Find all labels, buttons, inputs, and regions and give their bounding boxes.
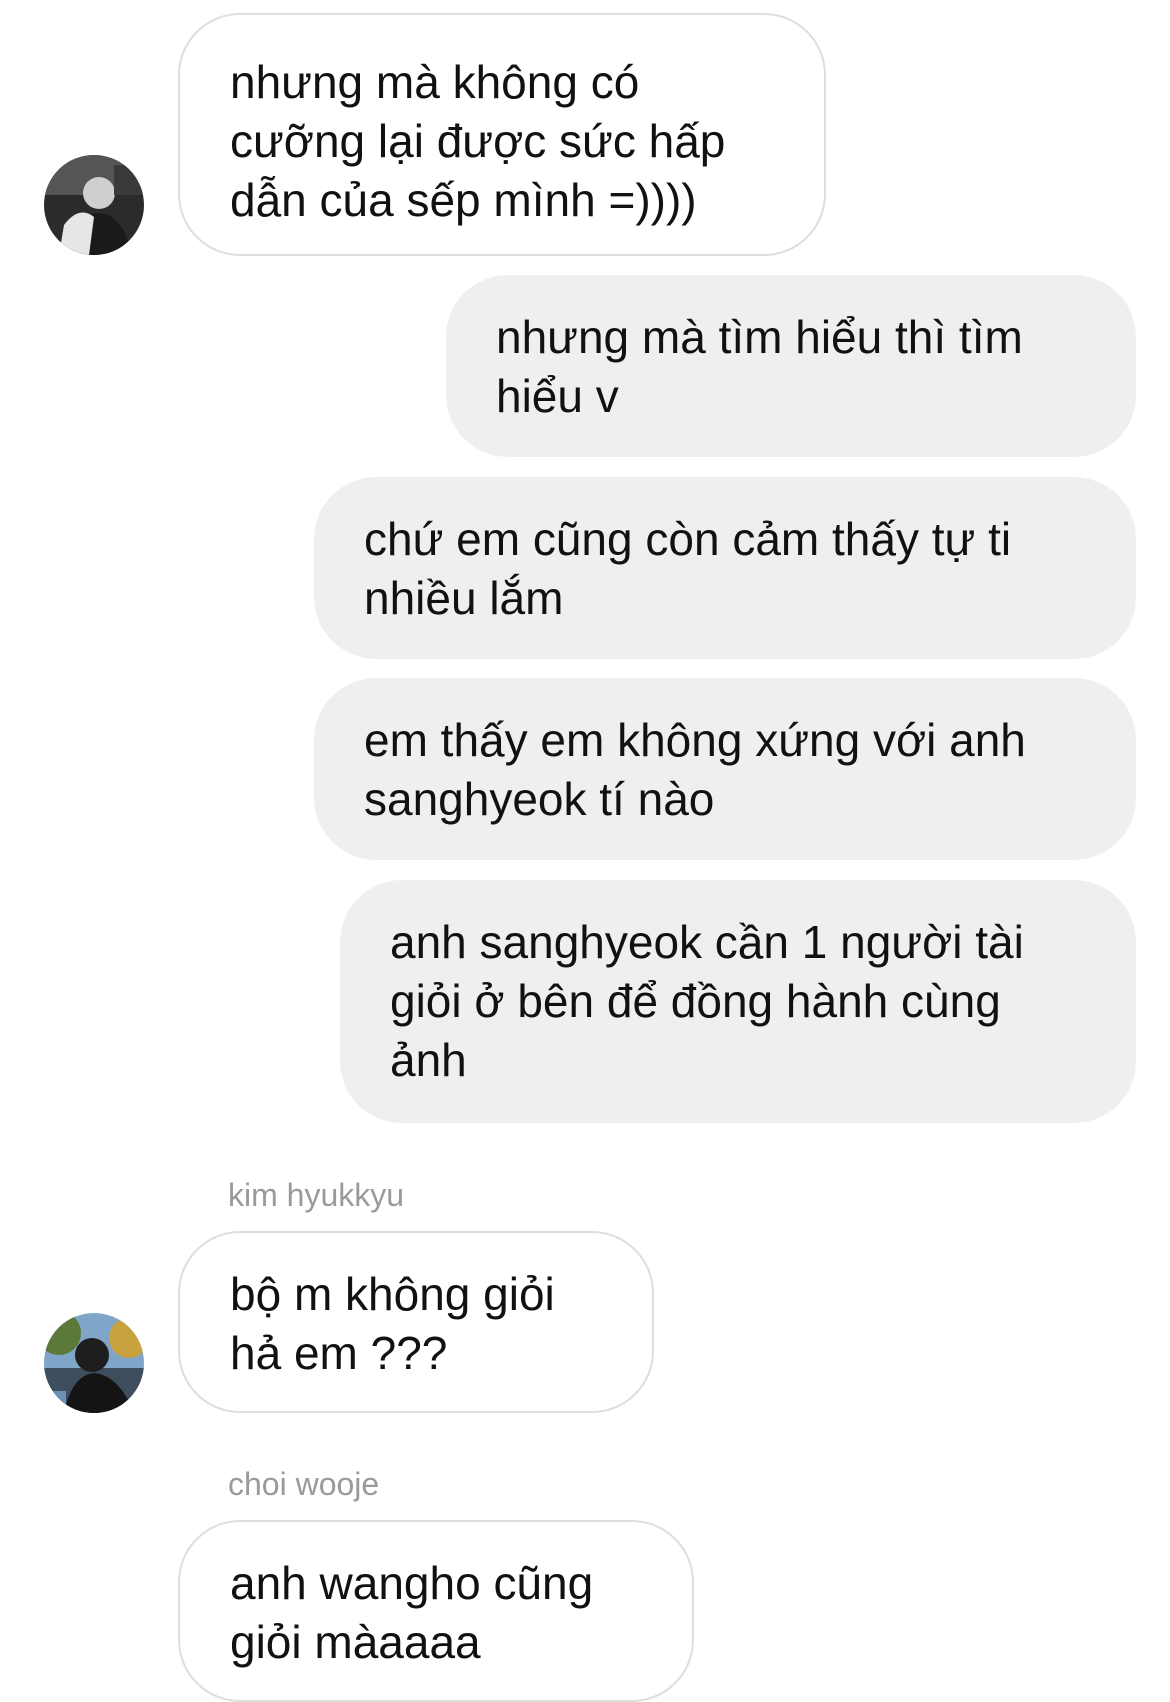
message-bubble-incoming[interactable]: nhưng mà không có cưỡng lại được sức hấp… [178,13,826,256]
message-bubble-outgoing[interactable]: anh sanghyeok cần 1 người tài giỏi ở bên… [340,880,1136,1123]
message-bubble-outgoing[interactable]: chứ em cũng còn cảm thấy tự ti nhiều lắm [314,477,1136,659]
message-bubble-incoming[interactable]: anh wangho cũng giỏi màaaaa [178,1520,694,1702]
user-photo-grayscale-icon [44,155,144,255]
avatar-2[interactable] [44,1313,144,1413]
message-bubble-outgoing[interactable]: nhưng mà tìm hiểu thì tìm hiểu v [446,275,1136,457]
user-photo-outdoor-icon [44,1313,144,1413]
sender-name: kim hyukkyu [228,1177,405,1213]
message-bubble-outgoing[interactable]: em thấy em không xứng với anh sanghyeok … [314,678,1136,860]
message-bubble-incoming[interactable]: bộ m không giỏi hả em ??? [178,1231,654,1413]
sender-name: choi wooje [228,1466,380,1502]
avatar-1[interactable] [44,155,144,255]
